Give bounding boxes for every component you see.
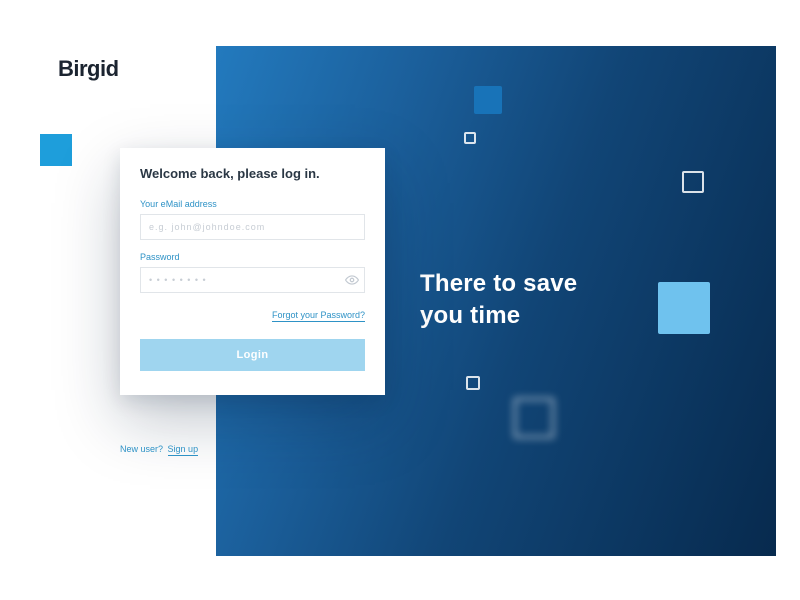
hero-tagline: There to save you time [420,268,577,333]
hero-line-2: you time [420,300,577,332]
email-label: Your eMail address [140,199,365,209]
accent-square-icon [40,134,72,166]
deco-square-icon [514,398,554,438]
brand-name: Birgid [58,56,119,81]
email-field-group: Your eMail address [140,199,365,240]
email-input[interactable] [140,214,365,240]
signup-row: New user? Sign up [120,444,198,454]
deco-square-icon [682,171,704,193]
password-input[interactable] [140,267,365,293]
deco-square-icon [466,376,480,390]
deco-square-icon [474,86,502,114]
password-field-group: Password [140,252,365,293]
signup-link[interactable]: Sign up [168,444,199,456]
brand-logo: Birgid [58,56,119,82]
deco-square-icon [658,282,710,334]
card-title: Welcome back, please log in. [140,166,365,181]
signup-prompt: New user? [120,444,163,454]
deco-square-icon [464,132,476,144]
forgot-password-link[interactable]: Forgot your Password? [272,310,365,322]
eye-icon[interactable] [345,273,359,287]
password-label: Password [140,252,365,262]
login-button[interactable]: Login [140,339,365,371]
login-card: Welcome back, please log in. Your eMail … [120,148,385,395]
hero-line-1: There to save [420,268,577,300]
